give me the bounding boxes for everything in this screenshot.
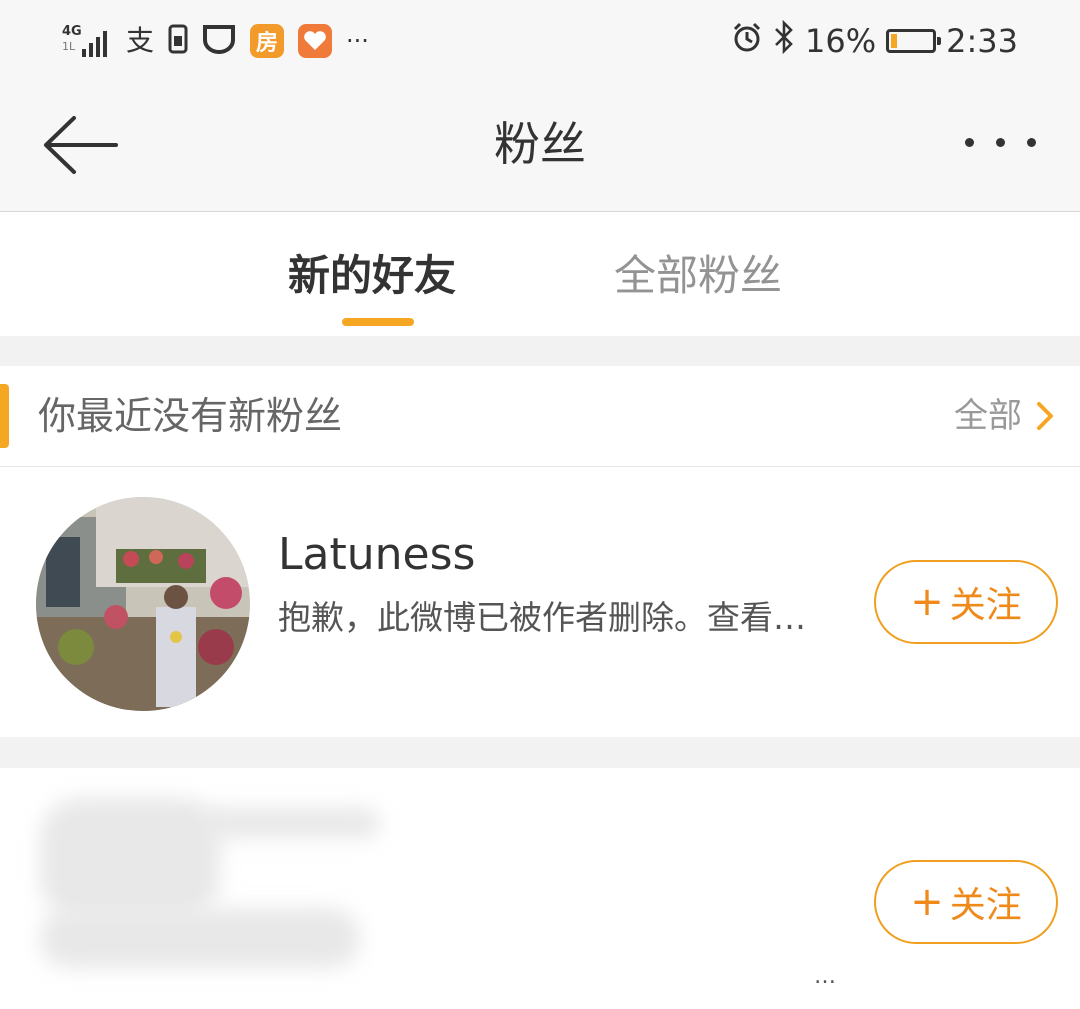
plus-icon: + — [910, 879, 944, 925]
follow-label: 关注 — [949, 585, 1022, 626]
status-bar-right: 16% 2:33 — [731, 18, 1018, 64]
user-name[interactable]: Latuness — [278, 527, 475, 583]
sim-icon — [168, 24, 188, 58]
section-header: 你最近没有新粉丝 全部 — [0, 366, 1080, 467]
fang-app-icon: 房 — [250, 24, 285, 58]
alipay-icon: 支 — [126, 24, 155, 57]
user-name[interactable] — [200, 808, 380, 838]
more-button[interactable] — [965, 138, 1036, 147]
tab-bar: 新的好友 全部粉丝 — [0, 212, 1080, 336]
follow-button[interactable]: + 关注 — [874, 860, 1058, 944]
plus-icon: + — [910, 579, 944, 625]
view-all-label: 全部 — [954, 396, 1022, 436]
follow-label: 关注 — [949, 885, 1022, 926]
avatar[interactable] — [40, 798, 220, 918]
battery-icon — [886, 29, 942, 53]
page-title: 粉丝 — [494, 117, 586, 171]
follow-button[interactable]: + 关注 — [874, 560, 1058, 644]
nav-bar: 粉丝 — [0, 82, 1080, 212]
status-bar: 4G 1L 支 房 ··· 16% 2:33 — [0, 0, 1080, 82]
chevron-right-icon — [1037, 402, 1053, 430]
battery-percent: 16% — [805, 22, 877, 60]
tab-all-fans[interactable]: 全部粉丝 — [614, 248, 782, 304]
user-list-item[interactable]: Latuness 抱歉，此微博已被作者删除。查看… + 关注 — [0, 467, 1080, 737]
view-all-link[interactable]: 全部 — [954, 391, 1054, 441]
network-sub: 1L — [62, 40, 76, 53]
alarm-icon — [731, 21, 763, 61]
clock: 2:33 — [946, 22, 1018, 60]
tab-indicator — [342, 318, 414, 326]
network-type: 4G — [62, 24, 82, 39]
status-bar-left: 4G 1L 支 房 ··· — [62, 18, 369, 64]
section-title: 你最近没有新粉丝 — [38, 394, 343, 438]
health-app-icon — [298, 24, 333, 58]
blurred-content — [40, 908, 360, 968]
user-description: 抱歉，此微博已被作者删除。查看… — [278, 598, 806, 637]
more-dots-icon — [965, 138, 974, 147]
signal-icon: 4G 1L — [62, 23, 112, 59]
user-description: … — [814, 964, 837, 989]
section-accent-bar — [0, 384, 9, 448]
avatar[interactable] — [36, 497, 250, 711]
bluetooth-icon — [773, 19, 795, 62]
more-notifications: ··· — [346, 27, 369, 55]
user-list-item[interactable]: … + 关注 — [0, 768, 1080, 1009]
tab-new-friends[interactable]: 新的好友 — [288, 248, 456, 304]
app-icon — [202, 24, 236, 58]
